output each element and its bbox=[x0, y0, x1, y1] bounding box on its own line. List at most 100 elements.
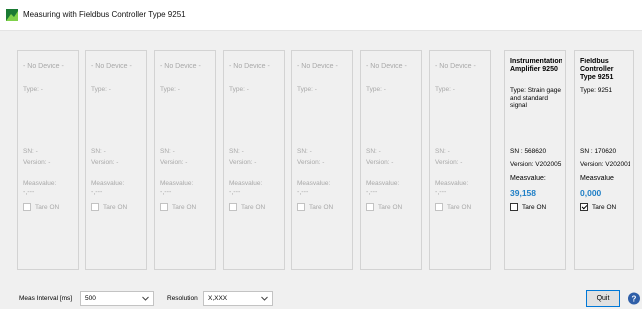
device-type: Type: - bbox=[91, 86, 111, 93]
measvalue-label: Measvalue: bbox=[366, 180, 400, 187]
firmware-version: Version: V202005 bbox=[510, 161, 562, 168]
title-bar: Measuring with Fieldbus Controller Type … bbox=[0, 0, 642, 31]
serial-number: SN : 568620 bbox=[510, 148, 547, 155]
serial-number: SN: - bbox=[23, 148, 38, 155]
checkbox-icon bbox=[297, 203, 305, 211]
channel-panel: - No Device - Type: - SN: - Version: - Measv… bbox=[85, 50, 147, 270]
resolution-value: X,XXX bbox=[208, 295, 228, 302]
tare-label: Tare ON bbox=[35, 203, 60, 211]
device-type: Type: - bbox=[160, 86, 180, 93]
chevron-down-icon bbox=[142, 296, 149, 301]
device-name: Fieldbus Controller Type 9251 bbox=[580, 58, 614, 81]
tare-checkbox: Tare ON bbox=[366, 203, 402, 211]
serial-number: SN: - bbox=[91, 148, 106, 155]
device-type: Type: - bbox=[229, 86, 249, 93]
firmware-version: Version: - bbox=[91, 159, 119, 166]
device-name: - No Device - bbox=[297, 63, 338, 70]
tare-label: Tare ON bbox=[172, 203, 197, 211]
checkbox-icon bbox=[23, 203, 31, 211]
serial-number: SN: - bbox=[297, 148, 312, 155]
tare-label: Tare ON bbox=[447, 203, 472, 211]
device-type: Type: - bbox=[435, 86, 455, 93]
firmware-version: Version: - bbox=[366, 159, 394, 166]
firmware-version: Version: - bbox=[23, 159, 51, 166]
device-type: Type: 9251 bbox=[580, 87, 613, 94]
tare-checkbox[interactable]: Tare ON bbox=[580, 203, 616, 211]
checkbox-icon bbox=[160, 203, 168, 211]
device-name: - No Device - bbox=[23, 63, 64, 70]
meas-interval-select[interactable]: 500 bbox=[80, 291, 154, 306]
tare-checkbox: Tare ON bbox=[23, 203, 59, 211]
device-name: - No Device - bbox=[91, 63, 132, 70]
device-name: Instrumentation Amplifier 9250 bbox=[510, 58, 562, 73]
measvalue-label: Measvalue: bbox=[91, 180, 125, 187]
serial-number: SN: - bbox=[229, 148, 244, 155]
app-logo-icon bbox=[6, 9, 18, 21]
channel-panel: Fieldbus Controller Type 9251 Type: 9251 S… bbox=[574, 50, 634, 270]
firmware-version: Version: V202001 bbox=[580, 161, 630, 168]
firmware-version: Version: - bbox=[229, 159, 257, 166]
firmware-version: Version: - bbox=[160, 159, 188, 166]
tare-label: Tare ON bbox=[522, 203, 547, 211]
checkbox-icon bbox=[435, 203, 443, 211]
measvalue-value: -,--- bbox=[435, 189, 447, 196]
tare-label: Tare ON bbox=[103, 203, 128, 211]
channel-panel: - No Device - Type: - SN: - Version: - Measv… bbox=[291, 50, 353, 270]
measvalue-label: Measvalue bbox=[580, 175, 614, 182]
serial-number: SN: - bbox=[435, 148, 450, 155]
measvalue-value: -,--- bbox=[297, 189, 309, 196]
checkbox-icon bbox=[91, 203, 99, 211]
device-type: Type: - bbox=[366, 86, 386, 93]
tare-checkbox: Tare ON bbox=[160, 203, 196, 211]
channel-panel: - No Device - Type: - SN: - Version: - Measv… bbox=[154, 50, 216, 270]
chevron-down-icon bbox=[261, 296, 268, 301]
tare-checkbox: Tare ON bbox=[229, 203, 265, 211]
channel-panel: - No Device - Type: - SN: - Version: - Measv… bbox=[429, 50, 491, 270]
firmware-version: Version: - bbox=[297, 159, 325, 166]
device-type: Type: Strain gage and standard signal bbox=[510, 87, 561, 109]
device-name: - No Device - bbox=[160, 63, 201, 70]
tare-label: Tare ON bbox=[309, 203, 334, 211]
measvalue-label: Measvalue: bbox=[160, 180, 194, 187]
checkbox-checked-icon[interactable] bbox=[580, 203, 588, 211]
channel-panel: - No Device - Type: - SN: - Version: - Measv… bbox=[17, 50, 79, 270]
device-type: Type: - bbox=[23, 86, 43, 93]
device-name: - No Device - bbox=[435, 63, 476, 70]
checkbox-icon bbox=[366, 203, 374, 211]
measvalue-label: Measvalue: bbox=[23, 180, 57, 187]
resolution-select[interactable]: X,XXX bbox=[203, 291, 273, 306]
device-type: Type: - bbox=[297, 86, 317, 93]
measvalue-value: 0,000 bbox=[580, 188, 602, 198]
meas-interval-value: 500 bbox=[85, 295, 96, 302]
measvalue-label: Measvalue: bbox=[510, 175, 546, 182]
tare-checkbox: Tare ON bbox=[435, 203, 471, 211]
measvalue-value: -,--- bbox=[160, 189, 172, 196]
resolution-label: Resolution bbox=[167, 295, 198, 302]
checkbox-icon[interactable] bbox=[510, 203, 518, 211]
tare-checkbox[interactable]: Tare ON bbox=[510, 203, 546, 211]
tare-checkbox: Tare ON bbox=[297, 203, 333, 211]
measvalue-label: Measvalue: bbox=[297, 180, 331, 187]
device-name: - No Device - bbox=[366, 63, 407, 70]
quit-button[interactable]: Quit bbox=[586, 290, 620, 307]
help-icon[interactable]: ? bbox=[627, 291, 641, 306]
channel-panel: Instrumentation Amplifier 9250 Type: Stra… bbox=[504, 50, 566, 270]
meas-interval-label: Meas Interval [ms] bbox=[19, 295, 73, 302]
device-name: - No Device - bbox=[229, 63, 270, 70]
tare-checkbox: Tare ON bbox=[91, 203, 127, 211]
serial-number: SN: - bbox=[366, 148, 381, 155]
channel-panel: - No Device - Type: - SN: - Version: - Measv… bbox=[223, 50, 285, 270]
measvalue-value: -,--- bbox=[91, 189, 103, 196]
measvalue-value: -,--- bbox=[23, 189, 35, 196]
tare-label: Tare ON bbox=[241, 203, 266, 211]
measvalue-value: 39,158 bbox=[510, 188, 536, 198]
measvalue-label: Measvalue: bbox=[229, 180, 263, 187]
measvalue-value: -,--- bbox=[366, 189, 378, 196]
window-title: Measuring with Fieldbus Controller Type … bbox=[23, 10, 186, 19]
measvalue-label: Measvalue: bbox=[435, 180, 469, 187]
tare-label: Tare ON bbox=[378, 203, 403, 211]
channel-panel: - No Device - Type: - SN: - Version: - Measv… bbox=[360, 50, 422, 270]
svg-text:?: ? bbox=[632, 295, 637, 304]
tare-label: Tare ON bbox=[592, 203, 617, 211]
firmware-version: Version: - bbox=[435, 159, 463, 166]
